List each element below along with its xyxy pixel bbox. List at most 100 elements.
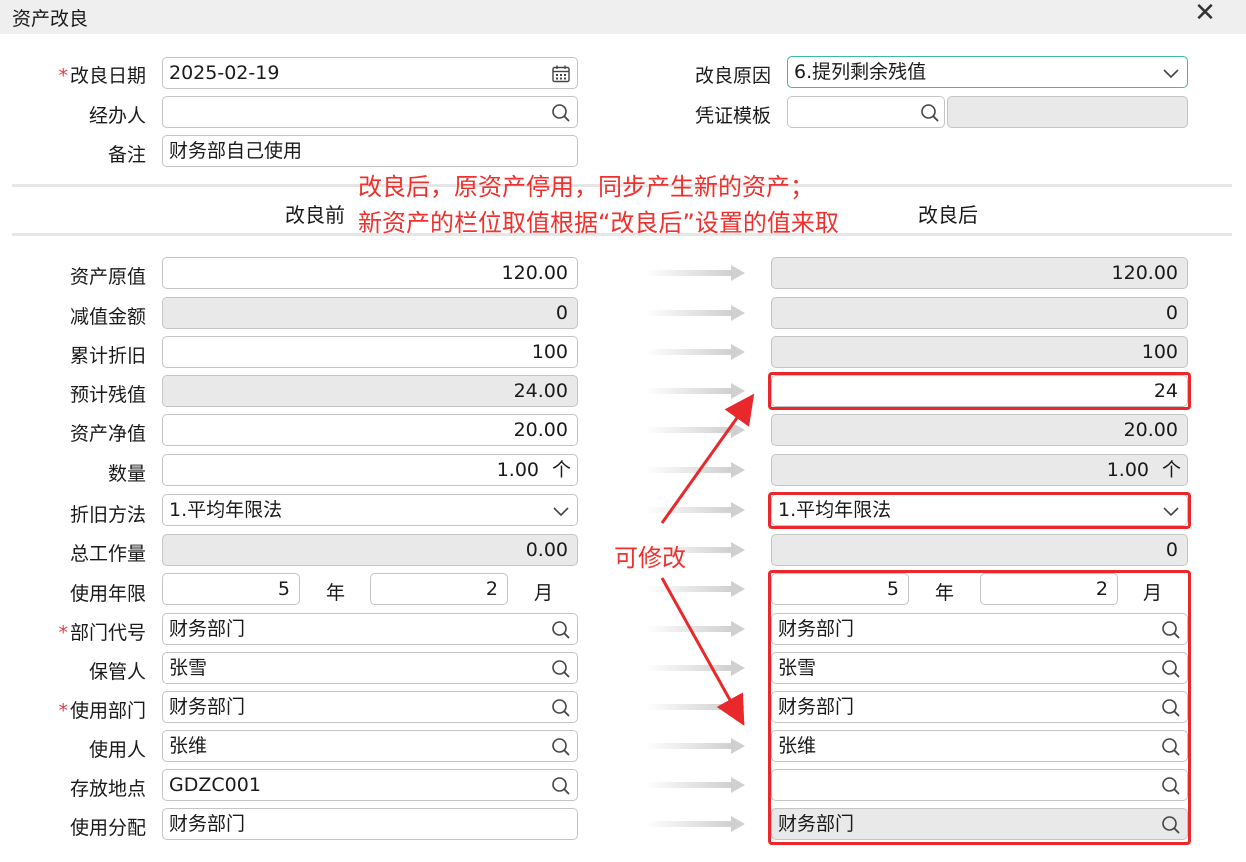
search-icon[interactable]: [920, 103, 940, 123]
reason-select[interactable]: 6.提列剩余残值: [787, 56, 1188, 88]
before-user[interactable]: 张维: [162, 730, 578, 762]
row-label-quantity: 数量: [107, 463, 146, 485]
after-original-value: 120.00: [771, 257, 1188, 289]
before-quantity[interactable]: 1.00 个: [162, 454, 578, 486]
annotation-text-line2: 新资产的栏位取值根据“改良后”设置的值来取: [358, 209, 839, 237]
row-label-allocation: 使用分配: [69, 817, 146, 839]
row-label-location: 存放地点: [69, 778, 146, 800]
voucher-field[interactable]: [787, 96, 945, 128]
search-icon[interactable]: [551, 659, 571, 679]
after-location[interactable]: [771, 769, 1188, 801]
year-unit: 年: [935, 582, 955, 604]
search-icon[interactable]: [1161, 659, 1181, 679]
arrow-right-icon: [645, 777, 745, 793]
title-bar: 资产改良 ✕: [0, 0, 1246, 34]
search-icon[interactable]: [551, 776, 571, 796]
row-label-original-value: 资产原值: [69, 266, 146, 288]
column-before-title: 改良前: [285, 203, 345, 227]
search-icon[interactable]: [1161, 815, 1181, 835]
year-unit: 年: [326, 582, 346, 604]
before-custodian[interactable]: 张雪: [162, 652, 578, 684]
row-label-service-life: 使用年限: [69, 583, 146, 605]
after-user[interactable]: 张维: [771, 730, 1188, 762]
after-allocation[interactable]: 财务部门: [771, 808, 1188, 840]
before-residual-value: 24.00: [162, 375, 578, 407]
column-after-title: 改良后: [918, 203, 978, 227]
row-label-residual-value: 预计残值: [69, 384, 146, 406]
arrow-right-icon: [645, 422, 745, 438]
improve-date-field[interactable]: 2025-02-19: [162, 57, 578, 89]
search-icon[interactable]: [1161, 776, 1181, 796]
search-icon[interactable]: [551, 620, 571, 640]
before-original-value[interactable]: 120.00: [162, 257, 578, 289]
arrow-right-icon: [645, 660, 745, 676]
close-icon[interactable]: ✕: [1192, 0, 1218, 26]
annotation-text-line1: 改良后，原资产停用，同步产生新的资产；: [358, 173, 814, 201]
arrow-right-icon: [645, 383, 745, 399]
handler-field[interactable]: [162, 96, 578, 128]
handler-label: 经办人: [88, 105, 146, 127]
arrow-right-icon: [645, 699, 745, 715]
arrow-right-icon: [645, 265, 745, 281]
after-residual-value[interactable]: 24: [771, 375, 1188, 407]
remark-value: 财务部自己使用: [169, 140, 303, 162]
voucher-name-field: [947, 96, 1188, 128]
voucher-label: 凭证模板: [694, 105, 771, 127]
arrow-right-icon: [645, 344, 745, 360]
before-net-value[interactable]: 20.00: [162, 414, 578, 446]
after-net-value: 20.00: [771, 414, 1188, 446]
row-label-custodian: 保管人: [88, 661, 146, 683]
quantity-unit: 个: [1161, 459, 1181, 481]
chevron-down-icon[interactable]: [1161, 501, 1181, 521]
after-quantity: 1.00 个: [771, 454, 1188, 486]
after-user-dept[interactable]: 财务部门: [771, 691, 1188, 723]
search-icon[interactable]: [551, 698, 571, 718]
improve-date-label: * 改良日期: [58, 65, 146, 87]
after-dept-code[interactable]: 财务部门: [771, 613, 1188, 645]
chevron-down-icon[interactable]: [1161, 63, 1181, 83]
improve-date-value: 2025-02-19: [169, 62, 280, 84]
annotation-arrow-down: [660, 577, 745, 726]
window-title: 资产改良: [12, 8, 89, 30]
calendar-icon[interactable]: [551, 64, 571, 84]
after-custodian[interactable]: 张雪: [771, 652, 1188, 684]
search-icon[interactable]: [1161, 698, 1181, 718]
arrow-right-icon: [645, 581, 745, 597]
before-allocation[interactable]: 财务部门: [162, 808, 578, 840]
before-total-workload: 0.00: [162, 534, 578, 566]
annotation-editable-label: 可修改: [614, 544, 686, 572]
after-life-years-input[interactable]: 5: [771, 573, 909, 605]
arrow-right-icon: [645, 738, 745, 754]
arrow-right-icon: [645, 462, 745, 478]
search-icon[interactable]: [551, 737, 571, 757]
before-location[interactable]: GDZC001: [162, 769, 578, 801]
before-impairment: 0: [162, 297, 578, 329]
arrow-right-icon: [645, 816, 745, 832]
chevron-down-icon[interactable]: [551, 501, 571, 521]
before-life-months-input[interactable]: 2: [370, 573, 508, 605]
search-icon[interactable]: [1161, 620, 1181, 640]
row-label-accum-depreciation: 累计折旧: [69, 345, 146, 367]
row-label-net-value: 资产净值: [69, 423, 146, 445]
month-unit: 月: [534, 582, 554, 604]
before-accum-depreciation[interactable]: 100: [162, 336, 578, 368]
arrow-right-icon: [645, 621, 745, 637]
row-label-depreciation-method: 折旧方法: [69, 504, 146, 526]
after-impairment: 0: [771, 297, 1188, 329]
after-depreciation-method[interactable]: 1.平均年限法: [771, 494, 1188, 526]
row-label-total-workload: 总工作量: [69, 543, 146, 565]
remark-field[interactable]: 财务部自己使用: [162, 135, 578, 167]
quantity-unit: 个: [551, 459, 571, 481]
search-icon[interactable]: [1161, 737, 1181, 757]
before-depreciation-method[interactable]: 1.平均年限法: [162, 494, 578, 526]
reason-label: 改良原因: [694, 65, 771, 87]
arrow-right-icon: [645, 502, 745, 518]
before-life-years-input[interactable]: 5: [162, 573, 300, 605]
before-dept-code[interactable]: 财务部门: [162, 613, 578, 645]
row-label-impairment: 减值金额: [69, 306, 146, 328]
search-icon[interactable]: [551, 103, 571, 123]
after-total-workload: 0: [771, 534, 1188, 566]
before-user-dept[interactable]: 财务部门: [162, 691, 578, 723]
after-life-months-input[interactable]: 2: [980, 573, 1118, 605]
arrow-right-icon: [645, 305, 745, 321]
